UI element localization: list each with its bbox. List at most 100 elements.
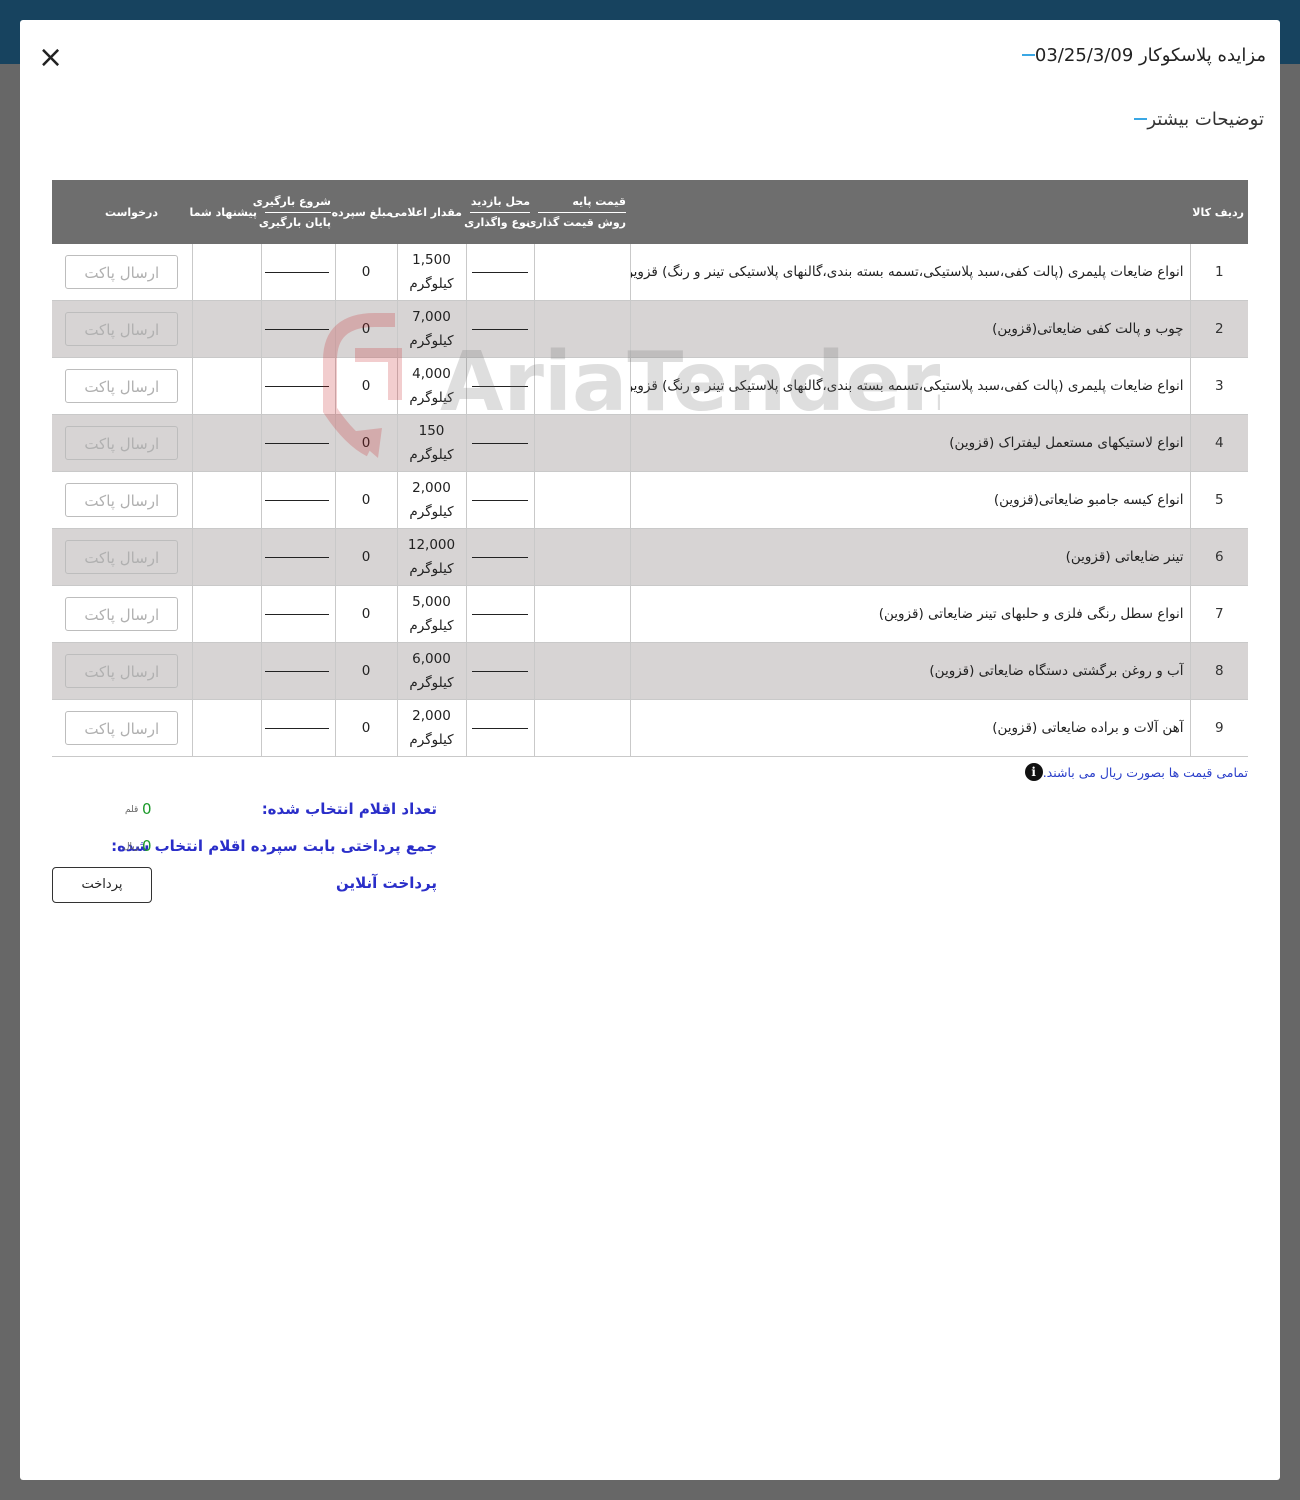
selected-count-value: 0 — [142, 800, 152, 818]
payment-total-unit: ریال — [123, 842, 140, 852]
request-cell: ارسال پاکت — [52, 528, 192, 586]
announced-amount-cell: 1,500 کیلوگرم — [396, 244, 466, 301]
your-offer-cell — [191, 357, 261, 415]
send-envelope-button[interactable]: ارسال پاکت — [65, 255, 179, 289]
title-dash-icon — [1021, 54, 1035, 56]
loading-dates-cell — [260, 699, 335, 757]
table-row: 8 آب و روغن برگشتی دستگاه ضایعاتی (قزوین)… — [52, 642, 1249, 700]
more-details-toggle[interactable]: توضیحات بیشتر — [1124, 106, 1264, 132]
loading-dates-cell — [260, 244, 335, 301]
visit-location-cell — [465, 471, 534, 529]
deposit-amount-cell: 0 — [334, 699, 397, 757]
request-cell: ارسال پاکت — [52, 414, 192, 472]
table-row: 2 چوب و پالت کفی ضایعاتی(قزوین) 7,000 کیلوگ… — [52, 300, 1249, 358]
request-cell: ارسال پاکت — [52, 699, 192, 757]
table-header-row: ردیف کالا قیمت پایه روش قیمت گذاری محل ب… — [52, 180, 1249, 244]
send-envelope-button[interactable]: ارسال پاکت — [65, 654, 179, 688]
row-number: 3 — [1189, 357, 1249, 415]
empty-value-line — [264, 499, 329, 501]
base-price-cell — [533, 585, 630, 643]
loading-dates-cell — [260, 471, 335, 529]
your-offer-cell — [191, 471, 261, 529]
send-envelope-button[interactable]: ارسال پاکت — [65, 711, 179, 745]
base-price-cell — [533, 244, 630, 301]
base-price-cell — [533, 357, 630, 415]
announced-amount-cell: 7,000 کیلوگرم — [396, 300, 466, 358]
table-row: 9 آهن آلات و براده ضایعاتی (قزوین) 2,000 کی… — [52, 699, 1249, 757]
empty-value-line — [471, 670, 528, 672]
empty-value-line — [471, 385, 528, 387]
empty-value-line — [264, 271, 329, 273]
deposit-amount-cell: 0 — [334, 244, 397, 301]
base-price-cell — [533, 414, 630, 472]
header-request: درخواست — [52, 180, 192, 244]
visit-location-cell — [465, 244, 534, 301]
table-row: 1 انواع ضایعات پلیمری (پالت کفی،سبد پلاست… — [52, 244, 1249, 301]
empty-value-line — [471, 499, 528, 501]
selected-count-label: تعداد اقلام انتخاب شده: — [261, 800, 437, 818]
tender-details-modal: × مزایده پلاسکوکار 03/25/3/09 توضیحات بی… — [20, 20, 1280, 1480]
announced-amount-cell: 2,000 کیلوگرم — [396, 699, 466, 757]
loading-dates-cell — [260, 528, 335, 586]
announced-amount-cell: 4,000 کیلوگرم — [396, 357, 466, 415]
row-number: 5 — [1189, 471, 1249, 529]
row-number: 6 — [1189, 528, 1249, 586]
header-your-offer: پیشنهاد شما — [190, 180, 261, 244]
item-name: انواع ضایعات پلیمری (پالت کفی،سبد پلاستی… — [629, 244, 1191, 301]
empty-value-line — [264, 727, 329, 729]
item-name: تینر ضایعاتی (قزوین) — [629, 528, 1191, 586]
empty-value-line — [471, 556, 528, 558]
empty-value-line — [471, 271, 528, 273]
empty-value-line — [471, 442, 528, 444]
item-name: انواع سطل رنگی فلزی و حلبهای تینر ضایعات… — [629, 585, 1191, 643]
visit-location-cell — [465, 528, 534, 586]
visit-location-cell — [465, 357, 534, 415]
send-envelope-button[interactable]: ارسال پاکت — [65, 540, 179, 574]
base-price-cell — [533, 300, 630, 358]
table-row: 5 انواع کیسه جامبو ضایعاتی(قزوین) 2,000 کیل… — [52, 471, 1249, 529]
loading-dates-cell — [260, 357, 335, 415]
row-number: 9 — [1189, 699, 1249, 757]
item-name: چوب و پالت کفی ضایعاتی(قزوین) — [629, 300, 1191, 358]
pay-button[interactable]: پرداخت — [52, 867, 152, 903]
header-announced-amount: مقدار اعلامی — [389, 180, 466, 244]
base-price-cell — [533, 528, 630, 586]
items-table: ردیف کالا قیمت پایه روش قیمت گذاری محل ب… — [52, 180, 1249, 757]
close-icon[interactable]: × — [38, 43, 63, 73]
header-row-item: ردیف کالا — [630, 180, 1249, 244]
header-deposit-amount: مبلغ سپرده — [332, 180, 397, 244]
empty-value-line — [264, 613, 329, 615]
base-price-cell — [533, 699, 630, 757]
empty-value-line — [264, 385, 329, 387]
empty-value-line — [471, 727, 528, 729]
send-envelope-button[interactable]: ارسال پاکت — [65, 369, 179, 403]
table-row: 4 انواع لاستیکهای مستعمل لیفتراک (قزوین) 1… — [52, 414, 1249, 472]
request-cell: ارسال پاکت — [52, 642, 192, 700]
request-cell: ارسال پاکت — [52, 244, 192, 301]
loading-dates-cell — [260, 300, 335, 358]
visit-location-cell — [465, 300, 534, 358]
row-number: 2 — [1189, 300, 1249, 358]
your-offer-cell — [191, 642, 261, 700]
header-loading-dates: شروع بارگیری پایان بارگیری — [253, 180, 335, 244]
table-row: 3 انواع ضایعات پلیمری (پالت کفی،سبد پلاست… — [52, 357, 1249, 415]
send-envelope-button[interactable]: ارسال پاکت — [65, 597, 179, 631]
item-name: انواع لاستیکهای مستعمل لیفتراک (قزوین) — [629, 414, 1191, 472]
header-visit-location: محل بازدید نوع واگذاری — [464, 180, 534, 244]
row-number: 8 — [1189, 642, 1249, 700]
send-envelope-button[interactable]: ارسال پاکت — [65, 426, 179, 460]
deposit-amount-cell: 0 — [334, 642, 397, 700]
payment-total-value: 0 — [142, 837, 152, 855]
deposit-amount-cell: 0 — [334, 471, 397, 529]
deposit-amount-cell: 0 — [334, 585, 397, 643]
empty-value-line — [471, 328, 528, 330]
send-envelope-button[interactable]: ارسال پاکت — [65, 483, 179, 517]
empty-value-line — [264, 556, 329, 558]
your-offer-cell — [191, 528, 261, 586]
send-envelope-button[interactable]: ارسال پاکت — [65, 312, 179, 346]
your-offer-cell — [191, 699, 261, 757]
request-cell: ارسال پاکت — [52, 585, 192, 643]
payment-total-label: جمع پرداختی بابت سپرده اقلام انتخاب شده: — [111, 837, 437, 855]
item-name: آب و روغن برگشتی دستگاه ضایعاتی (قزوین) — [629, 642, 1191, 700]
deposit-amount-cell: 0 — [334, 300, 397, 358]
